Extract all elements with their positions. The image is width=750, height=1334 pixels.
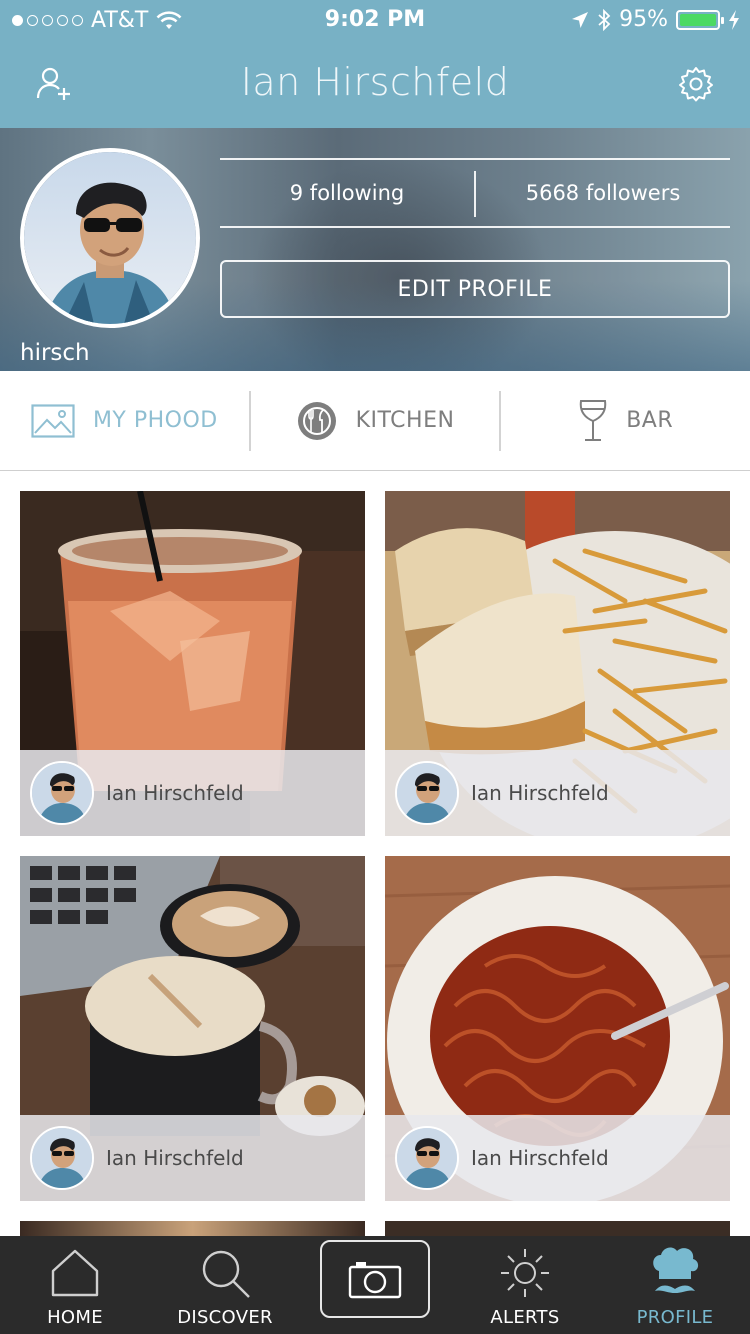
tab-discover-label: DISCOVER	[177, 1307, 273, 1328]
tab-alerts-label: ALERTS	[490, 1307, 560, 1328]
plate-utensils-icon	[297, 401, 336, 440]
tab-profile[interactable]: PROFILE	[600, 1236, 750, 1334]
tab-home-label: HOME	[47, 1307, 103, 1328]
battery-icon	[676, 9, 724, 30]
following-count[interactable]: 9 following	[220, 160, 474, 226]
author-avatar[interactable]	[395, 1126, 459, 1190]
post-card[interactable]: Ian Hirschfeld	[20, 491, 365, 836]
tab-my-phood[interactable]: MY PHOOD	[0, 371, 249, 470]
author-avatar[interactable]	[30, 1126, 94, 1190]
profile-header: hirsch 9 following 5668 followers EDIT P…	[0, 128, 750, 371]
bluetooth-icon	[598, 8, 611, 31]
post-card[interactable]: Ian Hirschfeld	[20, 856, 365, 1201]
post-footer: Ian Hirschfeld	[20, 750, 365, 836]
camera-button[interactable]	[320, 1240, 430, 1318]
edit-profile-button[interactable]: EDIT PROFILE	[220, 260, 730, 318]
tab-label: MY PHOOD	[92, 408, 218, 433]
author-name[interactable]: Ian Hirschfeld	[471, 1146, 609, 1170]
status-bar: AT&T 9:02 PM 95%	[0, 0, 750, 40]
tab-profile-label: PROFILE	[636, 1307, 714, 1328]
tab-kitchen[interactable]: KITCHEN	[251, 371, 500, 470]
page-title: Ian Hirschfeld	[240, 60, 510, 104]
tab-bar[interactable]: BAR	[501, 371, 750, 470]
profile-avatar[interactable]	[20, 148, 200, 328]
followers-count[interactable]: 5668 followers	[476, 160, 730, 226]
tab-label: KITCHEN	[355, 408, 455, 433]
battery-percent: 95%	[619, 7, 668, 32]
post-footer: Ian Hirschfeld	[385, 750, 730, 836]
camera-icon	[348, 1262, 402, 1299]
image-icon	[31, 403, 75, 438]
author-name[interactable]: Ian Hirschfeld	[106, 781, 244, 805]
post-card[interactable]: Ian Hirschfeld	[385, 491, 730, 836]
follow-stats: 9 following 5668 followers	[220, 158, 730, 228]
username: hirsch	[20, 340, 90, 366]
charging-bolt-icon	[729, 9, 739, 30]
author-avatar[interactable]	[395, 761, 459, 825]
chef-hat-mustache-icon	[653, 1247, 699, 1293]
post-card[interactable]: Ian Hirschfeld	[385, 856, 730, 1201]
author-name[interactable]: Ian Hirschfeld	[471, 781, 609, 805]
author-avatar[interactable]	[30, 761, 94, 825]
home-icon	[51, 1249, 99, 1297]
location-arrow-icon	[572, 11, 589, 28]
post-footer: Ian Hirschfeld	[385, 1115, 730, 1201]
tab-discover[interactable]: DISCOVER	[150, 1236, 300, 1334]
tab-camera[interactable]	[300, 1236, 450, 1334]
post-grid: Ian Hirschfeld Ian Hirschfeld Ian Hirsch…	[20, 491, 730, 1236]
settings-gear-icon[interactable]	[676, 64, 716, 104]
author-name[interactable]: Ian Hirschfeld	[106, 1146, 244, 1170]
post-footer: Ian Hirschfeld	[20, 1115, 365, 1201]
post-card-partial[interactable]	[385, 1221, 730, 1236]
tab-label: BAR	[626, 408, 674, 433]
sun-alert-icon	[501, 1249, 549, 1297]
tab-home[interactable]: HOME	[0, 1236, 150, 1334]
top-bar: AT&T 9:02 PM 95% Ian Hirschfeld	[0, 0, 750, 128]
wine-glass-icon	[579, 399, 607, 441]
bottom-tab-bar: HOME DISCOVER ALERTS PROFILE	[0, 1236, 750, 1334]
search-icon	[202, 1250, 250, 1298]
tab-alerts[interactable]: ALERTS	[450, 1236, 600, 1334]
category-tabs: MY PHOOD KITCHEN BAR	[0, 371, 750, 471]
post-card-partial[interactable]	[20, 1221, 365, 1236]
